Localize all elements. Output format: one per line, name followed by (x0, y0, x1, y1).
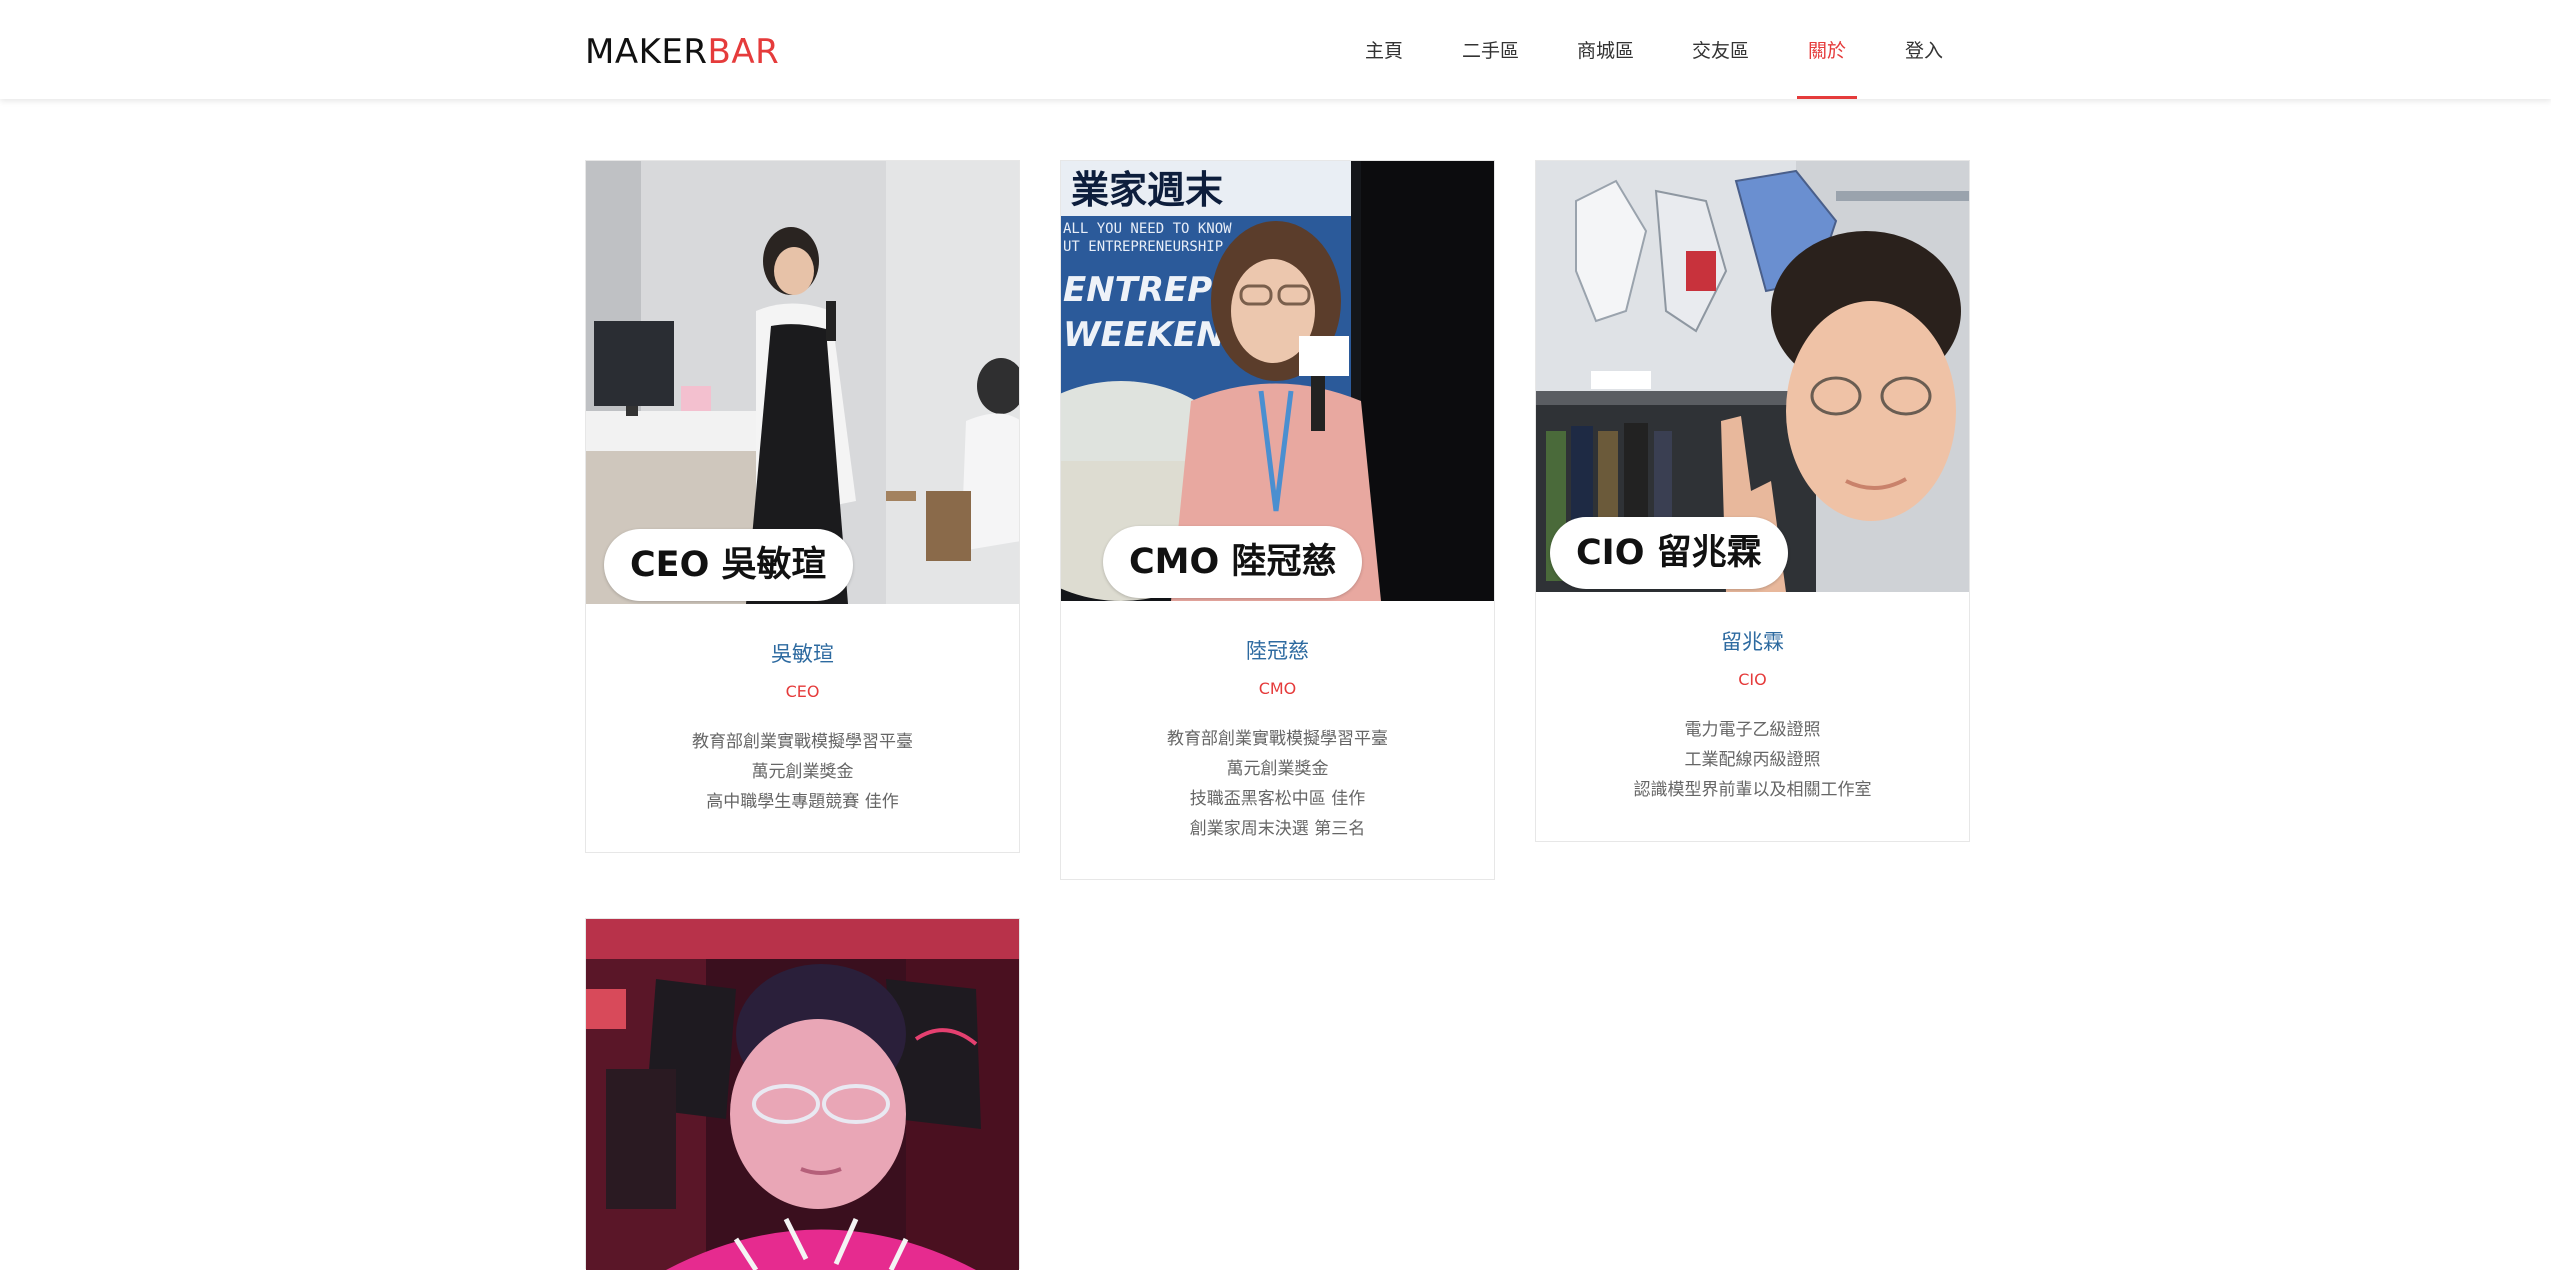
photo-caption-ceo: CEO 吳敏瑄 (604, 529, 853, 601)
card-body-ceo: 吳敏瑄 CEO 教育部創業實戰模擬學習平臺 萬元創業獎金 高中職學生專題競賽 佳… (586, 638, 1019, 817)
backdrop-text-2: ALL YOU NEED TO KNOW (1063, 221, 1232, 237)
achievement-list: 電力電子乙級證照 工業配線丙級證照 認識模型界前輩以及相關工作室 (1536, 715, 1969, 805)
team-card-cmo: 業家週末 ALL YOU NEED TO KNOW UT ENTREPRENEU… (1060, 160, 1495, 880)
backdrop-text-1: 業家週末 (1071, 168, 1223, 212)
achievement-item: 創業家周末決選 第三名 (1189, 819, 1366, 839)
achievement-list: 教育部創業實戰模擬學習平臺 萬元創業獎金 高中職學生專題競賽 佳作 (586, 727, 1019, 817)
card-body-cio: 留兆霖 CIO 電力電子乙級證照 工業配線丙級證照 認識模型界前輩以及相關工作室 (1536, 626, 1969, 805)
top-navbar: MAKERBAR 主頁 二手區 商城區 交友區 關於 登入 (0, 0, 2551, 99)
nav-shop[interactable]: 商城區 (1577, 0, 1634, 99)
team-card-4 (585, 918, 1020, 1270)
member-name: 陸冠慈 (1246, 639, 1309, 663)
achievement-item: 技職盃黑客松中區 佳作 (1189, 789, 1366, 809)
achievement-item: 認識模型界前輩以及相關工作室 (1633, 780, 1872, 800)
achievement-item: 工業配線丙級證照 (1684, 750, 1821, 770)
achievement-list: 教育部創業實戰模擬學習平臺 萬元創業獎金 技職盃黑客松中區 佳作 創業家周末決選… (1061, 724, 1494, 844)
member-name: 留兆霖 (1721, 630, 1784, 654)
team-card-ceo: CEO 吳敏瑄 吳敏瑄 CEO 教育部創業實戰模擬學習平臺 萬元創業獎金 高中職… (585, 160, 1020, 853)
member-photo-cmo: 業家週末 ALL YOU NEED TO KNOW UT ENTREPRENEU… (1061, 161, 1494, 601)
nav-about[interactable]: 關於 (1796, 0, 1858, 99)
achievement-item: 教育部創業實戰模擬學習平臺 (692, 732, 913, 752)
photo-caption-cio: CIO 留兆霖 (1550, 517, 1788, 589)
member-name: 吳敏瑄 (771, 642, 834, 666)
achievement-item: 萬元創業獎金 (1226, 759, 1329, 779)
nav-social[interactable]: 交友區 (1692, 0, 1749, 99)
member-role: CEO (785, 682, 820, 701)
brand-logo[interactable]: MAKERBAR (585, 30, 779, 74)
photo-caption-cmo: CMO 陸冠慈 (1103, 526, 1363, 598)
nav-login[interactable]: 登入 (1905, 0, 1943, 99)
achievement-item: 高中職學生專題競賽 佳作 (706, 792, 899, 812)
backdrop-text-3: UT ENTREPRENEURSHIP (1063, 239, 1223, 255)
achievement-item: 萬元創業獎金 (751, 762, 854, 782)
member-photo-ceo: CEO 吳敏瑄 (586, 161, 1019, 604)
achievement-item: 電力電子乙級證照 (1684, 720, 1821, 740)
card-body-cmo: 陸冠慈 CMO 教育部創業實戰模擬學習平臺 萬元創業獎金 技職盃黑客松中區 佳作… (1061, 635, 1494, 844)
nav-home[interactable]: 主頁 (1365, 0, 1403, 99)
member-role: CMO (1258, 679, 1297, 698)
member-photo-4 (586, 919, 1019, 1270)
team-card-cio: CIO 留兆霖 留兆霖 CIO 電力電子乙級證照 工業配線丙級證照 認識模型界前… (1535, 160, 1970, 842)
nav-secondhand[interactable]: 二手區 (1462, 0, 1519, 99)
member-photo-cio: CIO 留兆霖 (1536, 161, 1969, 592)
achievement-item: 教育部創業實戰模擬學習平臺 (1167, 729, 1388, 749)
member-role: CIO (1738, 670, 1767, 689)
